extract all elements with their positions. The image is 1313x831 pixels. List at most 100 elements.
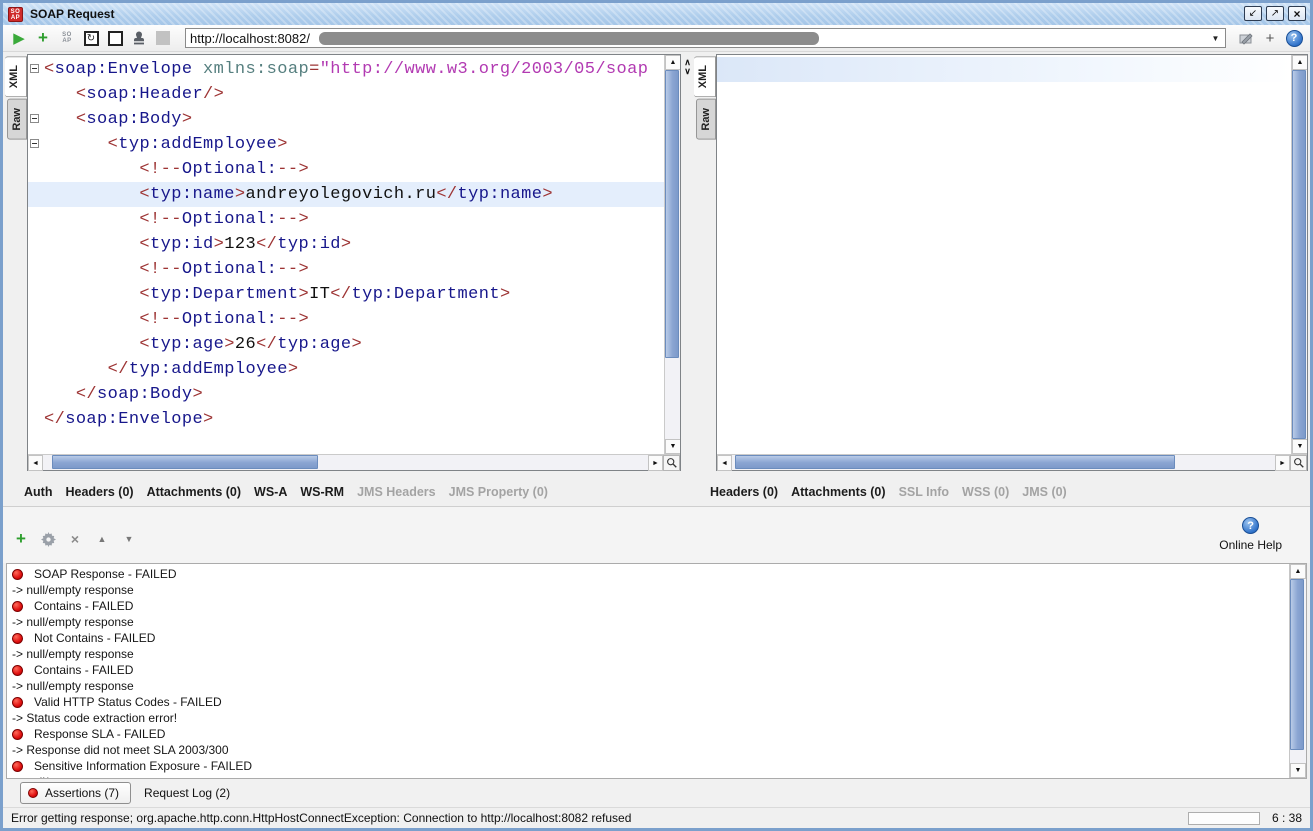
request-horizontal-scrollbar[interactable]: ◄ ►	[28, 454, 680, 470]
stamp-icon	[131, 30, 147, 46]
collapse-right-icon[interactable]: ∨	[684, 67, 691, 76]
failed-dot-icon	[12, 633, 23, 644]
soap-badge-button[interactable]: SOAP	[57, 28, 77, 48]
scroll-thumb[interactable]	[735, 455, 1175, 469]
tab-assertions-label: Assertions (7)	[45, 786, 119, 800]
submit-request-button[interactable]: ▶	[9, 28, 29, 48]
move-assertion-up-button[interactable]: ▲	[94, 531, 110, 547]
scroll-thumb[interactable]	[1292, 70, 1306, 439]
caret-down-icon: ▼	[125, 534, 134, 544]
remove-assertion-button[interactable]: ×	[67, 531, 83, 547]
scroll-right-button[interactable]: ►	[648, 455, 663, 471]
add-request-button[interactable]: +	[33, 28, 53, 48]
assertion-detail[interactable]: -> null/empty response	[7, 678, 1288, 694]
subtab-headers-0[interactable]: Headers (0)	[65, 485, 133, 499]
request-tab-raw[interactable]: Raw	[7, 99, 27, 140]
split-divider[interactable]: ∧ ∨	[681, 54, 694, 471]
assertion-detail[interactable]: -> null/empty response	[7, 646, 1288, 662]
maximize-button[interactable]: ↗	[1266, 6, 1284, 21]
code-token: typ:name	[150, 185, 235, 204]
response-xml-content[interactable]	[717, 55, 1291, 454]
code-token: </	[256, 335, 277, 354]
subtab-jms-0: JMS (0)	[1022, 485, 1066, 499]
assertions-scrollbar[interactable]: ▲ ▼	[1289, 564, 1306, 778]
scroll-down-button[interactable]: ▼	[1292, 439, 1307, 454]
code-token: >	[203, 410, 214, 429]
assertion-row[interactable]: Valid HTTP Status Codes - FAILED	[7, 694, 1288, 710]
code-token: -->	[277, 310, 309, 329]
recreate-request-button[interactable]: ↻	[81, 28, 101, 48]
subtab-attachments-0[interactable]: Attachments (0)	[791, 485, 885, 499]
code-token	[44, 135, 108, 154]
response-tab-raw[interactable]: Raw	[696, 99, 716, 140]
assertion-row[interactable]: Contains - FAILED	[7, 598, 1288, 614]
assertions-list[interactable]: SOAP Response - FAILED-> null/empty resp…	[6, 563, 1307, 779]
request-tab-xml[interactable]: XML	[5, 56, 27, 97]
subtab-ws-a[interactable]: WS-A	[254, 485, 287, 499]
scroll-down-button[interactable]: ▼	[1290, 763, 1306, 778]
scroll-right-button[interactable]: ►	[1275, 455, 1290, 471]
add-endpoint-button[interactable]: +	[1260, 28, 1280, 48]
assertion-row[interactable]: Sensitive Information Exposure - FAILED	[7, 758, 1288, 774]
scroll-down-button[interactable]: ▼	[665, 439, 680, 454]
response-vertical-scrollbar[interactable]: ▲ ▼	[1291, 55, 1307, 454]
stamp-button[interactable]	[129, 28, 149, 48]
fold-toggle-icon[interactable]	[30, 64, 39, 73]
cancel-request-button[interactable]	[105, 28, 125, 48]
fold-toggle-icon[interactable]	[30, 114, 39, 123]
soap-badge-icon: SOAP	[62, 32, 72, 44]
fold-toggle-icon[interactable]	[30, 139, 39, 148]
assertion-detail[interactable]: -> null/empty response	[7, 582, 1288, 598]
scroll-up-button[interactable]: ▲	[1292, 55, 1307, 70]
code-token: soap:Envelope	[55, 60, 193, 79]
magnifier-icon	[1293, 457, 1305, 469]
tab-request-log[interactable]: Request Log (2)	[144, 786, 230, 800]
scroll-left-button[interactable]: ◄	[28, 455, 43, 471]
assertion-detail[interactable]: -> null/empty response	[7, 774, 1288, 778]
request-xml-content[interactable]: <soap:Envelope xmlns:soap="http://www.w3…	[28, 55, 664, 454]
toolbar-help-button[interactable]: ?	[1284, 28, 1304, 48]
code-token: >	[500, 285, 511, 304]
detach-editor-button[interactable]	[1236, 28, 1256, 48]
code-token: "http://www.w3.org/2003/05/soap	[320, 60, 649, 79]
subtab-auth[interactable]: Auth	[24, 485, 52, 499]
arrow-down-icon: ▼	[670, 443, 677, 450]
assertion-row[interactable]: Contains - FAILED	[7, 662, 1288, 678]
scroll-up-button[interactable]: ▲	[1290, 564, 1306, 579]
scroll-thumb[interactable]	[52, 455, 318, 469]
move-assertion-down-button[interactable]: ▼	[121, 531, 137, 547]
assertion-label: Sensitive Information Exposure - FAILED	[34, 759, 252, 773]
request-vertical-scrollbar[interactable]: ▲ ▼	[664, 55, 680, 454]
response-horizontal-scrollbar[interactable]: ◄ ►	[717, 454, 1307, 470]
status-message: Error getting response; org.apache.http.…	[11, 811, 1188, 825]
endpoint-url-combo[interactable]: http://localhost:8082/ ▼	[185, 28, 1226, 48]
assertion-detail[interactable]: -> null/empty response	[7, 614, 1288, 630]
assertion-row[interactable]: Response SLA - FAILED	[7, 726, 1288, 742]
subtab-attachments-0[interactable]: Attachments (0)	[147, 485, 241, 499]
response-tab-xml[interactable]: XML	[694, 56, 716, 97]
code-token: >	[341, 235, 352, 254]
scroll-left-button[interactable]: ◄	[717, 455, 732, 471]
gutter-cell	[28, 132, 44, 157]
assertion-row[interactable]: Not Contains - FAILED	[7, 630, 1288, 646]
assertion-detail[interactable]: -> Status code extraction error!	[7, 710, 1288, 726]
scroll-thumb[interactable]	[1290, 579, 1304, 750]
response-zoom-button[interactable]	[1290, 455, 1307, 471]
add-assertion-button[interactable]: +	[13, 531, 29, 547]
online-help-button[interactable]: ? Online Help	[1219, 517, 1282, 552]
request-zoom-button[interactable]	[663, 455, 680, 471]
endpoint-dropdown-button[interactable]: ▼	[1208, 29, 1223, 47]
configure-assertion-button[interactable]	[40, 531, 56, 547]
minimize-button[interactable]: ↙	[1244, 6, 1262, 21]
scroll-up-button[interactable]: ▲	[665, 55, 680, 70]
titlebar[interactable]: SO AP SOAP Request ↙ ↗ ×	[3, 3, 1310, 25]
close-button[interactable]: ×	[1288, 6, 1306, 21]
subtab-headers-0[interactable]: Headers (0)	[710, 485, 778, 499]
subtab-ws-rm[interactable]: WS-RM	[300, 485, 344, 499]
assertion-row[interactable]: SOAP Response - FAILED	[7, 566, 1288, 582]
code-token: <!--	[139, 310, 181, 329]
code-token: <!--	[139, 210, 181, 229]
assertion-detail[interactable]: -> Response did not meet SLA 2003/300	[7, 742, 1288, 758]
scroll-thumb[interactable]	[665, 70, 679, 358]
tab-assertions[interactable]: Assertions (7)	[20, 782, 131, 804]
